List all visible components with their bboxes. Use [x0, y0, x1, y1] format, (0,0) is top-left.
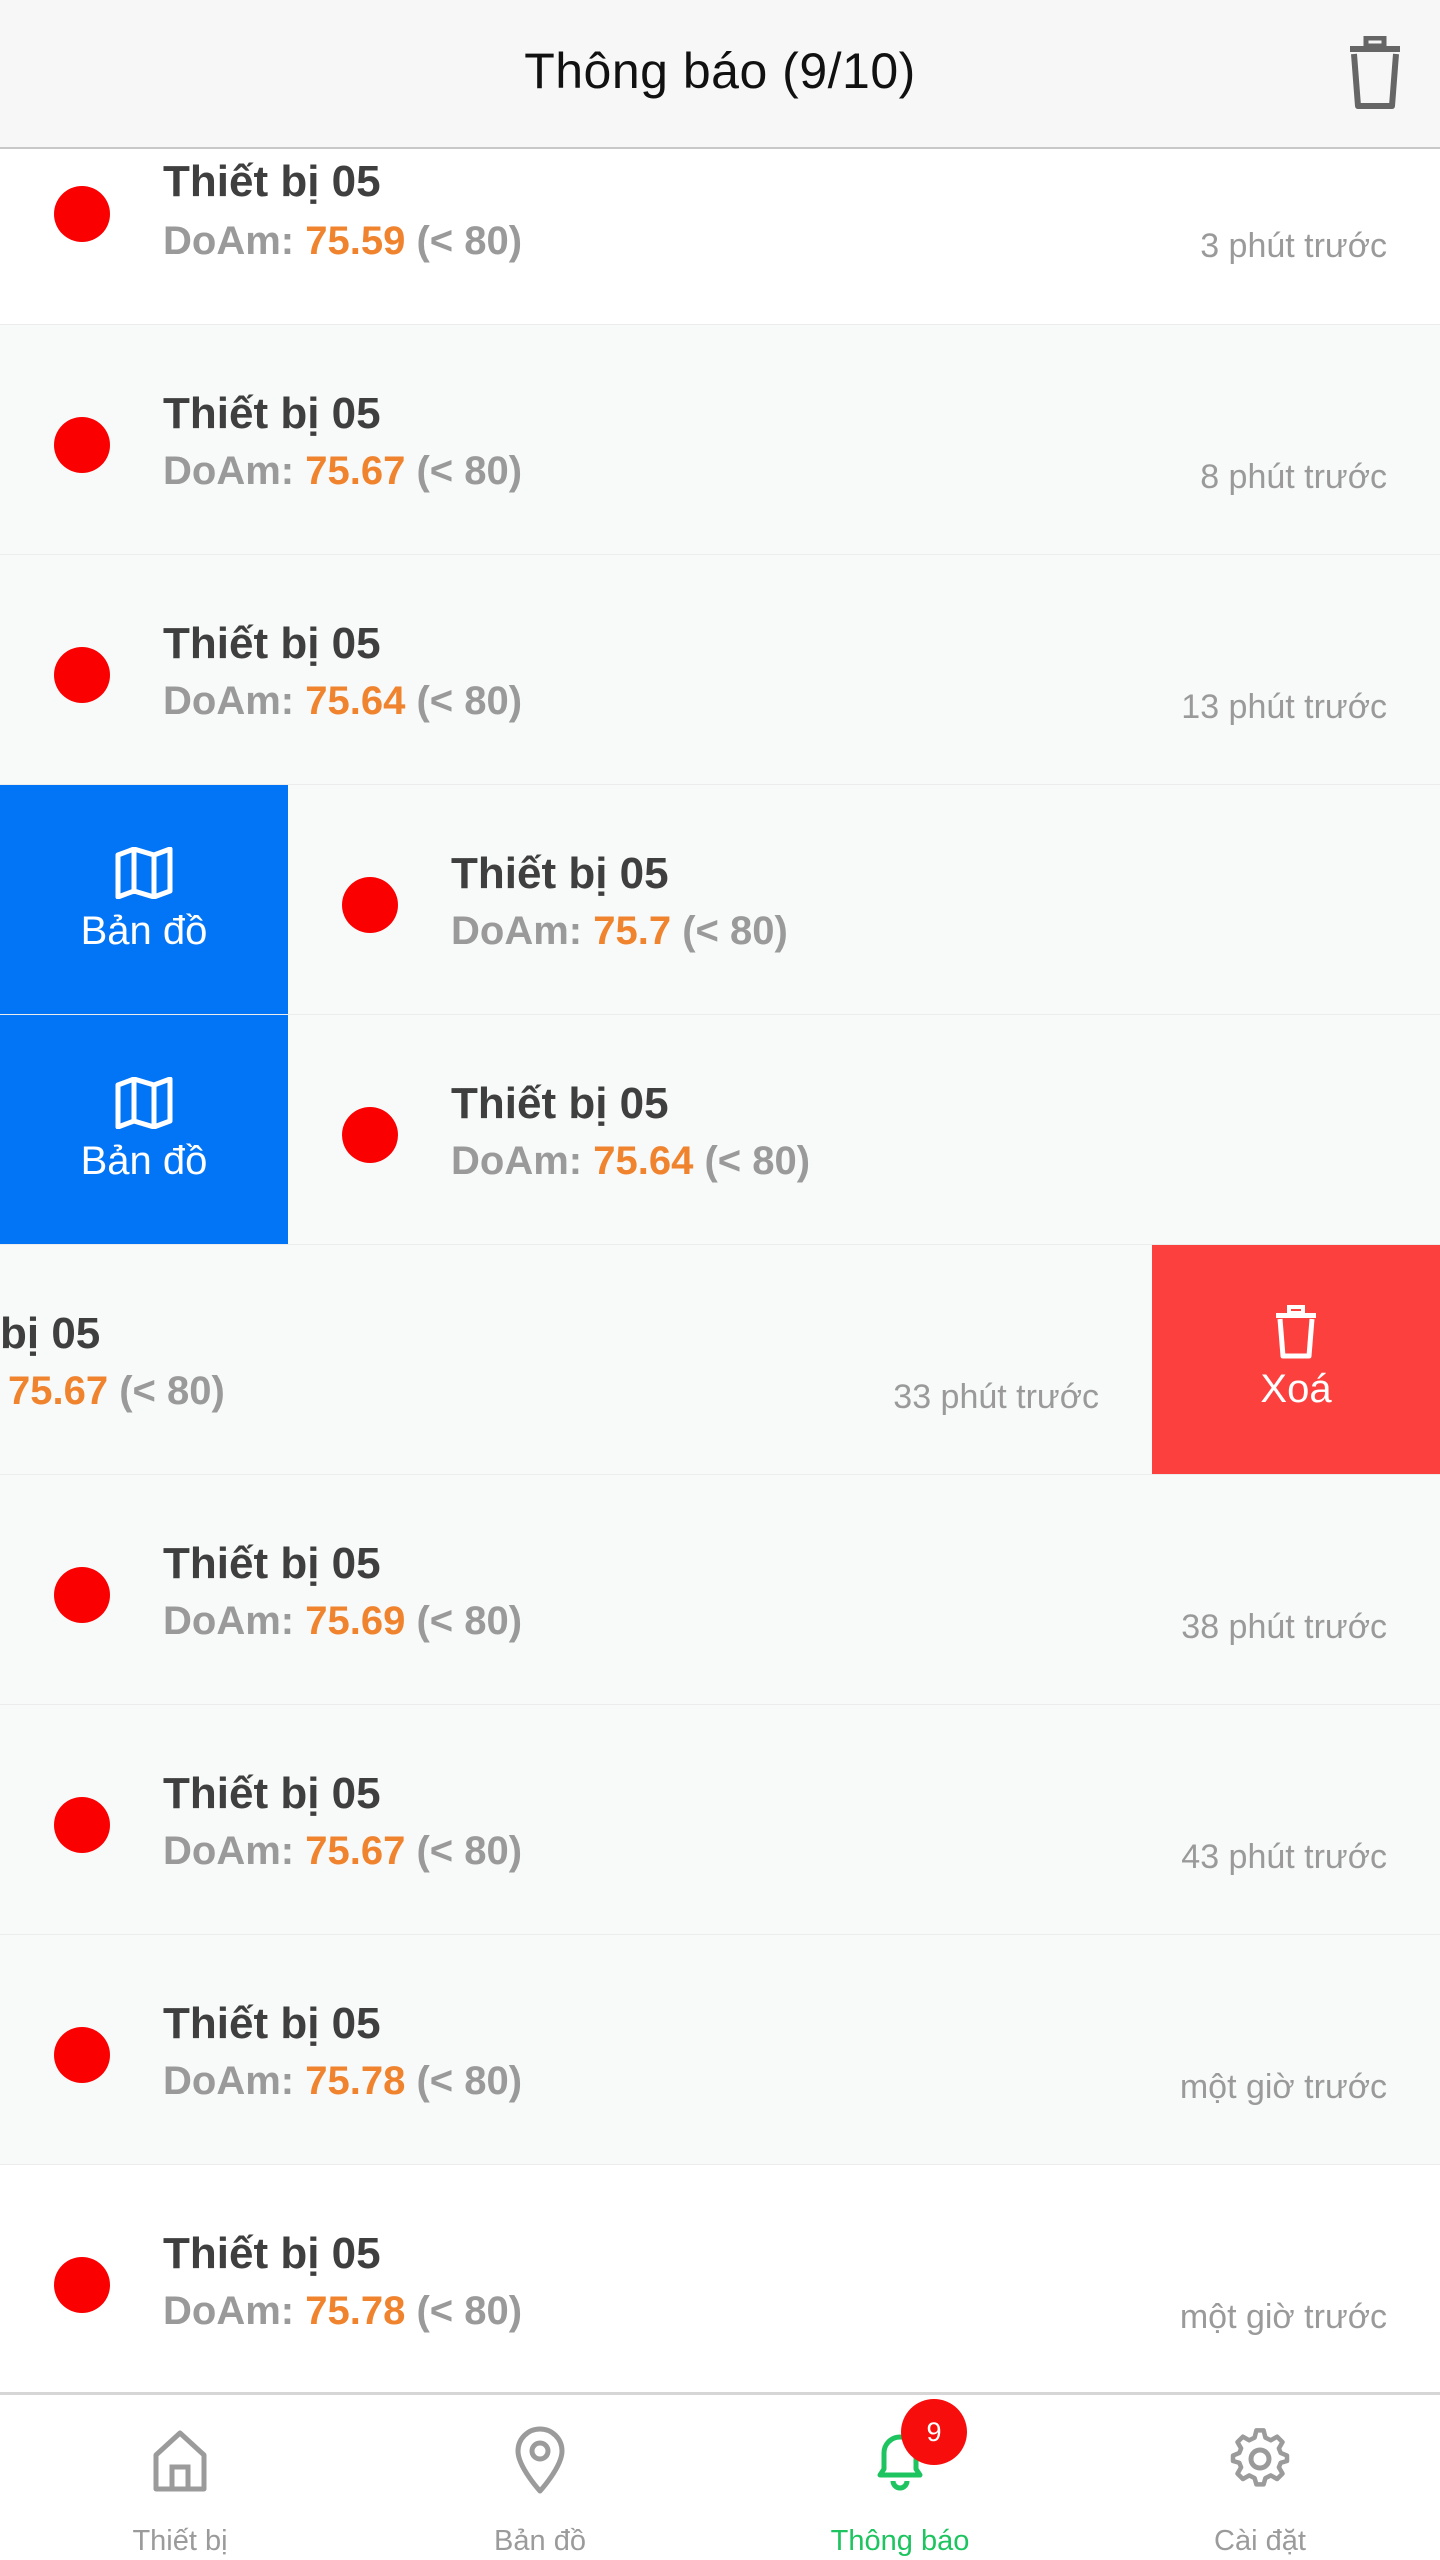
map-action-button[interactable]: Bản đồ	[0, 785, 288, 1014]
notification-item[interactable]: Thiết bị 05 DoAm: 75.69 (< 80) 38 phút t…	[0, 1475, 1440, 1705]
alert-dot	[54, 417, 110, 473]
timestamp: 33 phút trước	[893, 1378, 1099, 1416]
notification-item[interactable]: Thiết bị 05 DoAm: 75.78 (< 80) một giờ t…	[0, 1935, 1440, 2165]
timestamp: 38 phút trước	[1181, 1608, 1387, 1646]
nav-label: Thiết bị	[132, 2525, 228, 2557]
map-icon	[115, 1077, 173, 1129]
timestamp: 8 phút trước	[1200, 458, 1387, 496]
app-header: Thông báo (9/10)	[0, 0, 1440, 149]
alert-dot	[54, 647, 110, 703]
delete-action-button[interactable]: Xoá	[1152, 1245, 1440, 1474]
map-action-label: Bản đồ	[80, 1139, 208, 1183]
reading: DoAm: 75.7 (< 80)	[451, 909, 788, 953]
device-name: Thiết bị 05	[163, 1539, 381, 1588]
device-name: Thiết bị 05	[163, 1769, 381, 1818]
alert-dot	[54, 186, 110, 242]
reading: DoAm: 75.59 (< 80)	[163, 219, 523, 263]
notification-item[interactable]: Bản đồ Thiết bị 05 DoAm: 75.7 (< 80)	[0, 785, 1440, 1015]
map-pin-icon	[515, 2426, 565, 2494]
alert-dot	[342, 1107, 398, 1163]
reading: DoAm: 75.78 (< 80)	[163, 2059, 523, 2103]
notification-item[interactable]: Thiết bị 05 DoAm: 75.78 (< 80) một giờ t…	[0, 2165, 1440, 2398]
notification-item[interactable]: Bản đồ Thiết bị 05 DoAm: 75.64 (< 80)	[0, 1015, 1440, 1245]
reading: DoAm: 75.78 (< 80)	[163, 2289, 523, 2333]
notification-item[interactable]: bị 05 75.67 (< 80) 33 phút trước Xoá	[0, 1245, 1440, 1475]
map-action-button[interactable]: Bản đồ	[0, 1015, 288, 1244]
device-name: Thiết bị 05	[163, 1999, 381, 2048]
notification-item[interactable]: Thiết bị 05 DoAm: 75.59 (< 80) 3 phút tr…	[0, 149, 1440, 325]
nav-item-settings[interactable]: Cài đặt	[1080, 2395, 1440, 2560]
device-name: Thiết bị 05	[163, 2229, 381, 2278]
home-icon	[153, 2430, 207, 2492]
device-name: Thiết bị 05	[451, 1079, 669, 1128]
nav-item-map[interactable]: Bản đồ	[360, 2395, 720, 2560]
alert-dot	[54, 1567, 110, 1623]
nav-item-notifications[interactable]: Thông báo	[720, 2395, 1080, 2560]
reading: DoAm: 75.69 (< 80)	[163, 1599, 523, 1643]
notification-list: Thiết bị 05 DoAm: 75.59 (< 80) 3 phút tr…	[0, 149, 1440, 2398]
notification-count-badge: 9	[901, 2399, 967, 2465]
trash-icon	[1276, 1305, 1316, 1359]
device-name: Thiết bị 05	[163, 389, 381, 438]
alert-dot	[54, 2257, 110, 2313]
notification-item[interactable]: Thiết bị 05 DoAm: 75.67 (< 80) 8 phút tr…	[0, 325, 1440, 555]
device-name: Thiết bị 05	[163, 157, 381, 206]
alert-dot	[54, 2027, 110, 2083]
gear-icon	[1230, 2428, 1290, 2487]
timestamp: một giờ trước	[1179, 2068, 1387, 2106]
timestamp: một giờ trước	[1179, 2298, 1387, 2336]
reading: DoAm: 75.67 (< 80)	[163, 449, 523, 493]
map-action-label: Bản đồ	[80, 909, 208, 953]
nav-label: Bản đồ	[494, 2525, 586, 2557]
reading: DoAm: 75.64 (< 80)	[451, 1139, 811, 1183]
nav-label: Cài đặt	[1214, 2525, 1306, 2557]
nav-item-devices[interactable]: Thiết bị	[0, 2395, 360, 2560]
delete-action-label: Xoá	[1260, 1367, 1332, 1411]
device-name: bị 05	[0, 1309, 101, 1358]
nav-label: Thông báo	[830, 2525, 970, 2557]
alert-dot	[342, 877, 398, 933]
timestamp: 3 phút trước	[1200, 227, 1387, 265]
map-icon	[115, 847, 173, 899]
reading: 75.67 (< 80)	[8, 1369, 225, 1413]
notification-item[interactable]: Thiết bị 05 DoAm: 75.64 (< 80) 13 phút t…	[0, 555, 1440, 785]
bottom-nav: Thiết bị Bản đồ Thông báo Cài đặt	[0, 2392, 1440, 2560]
page-title: Thông báo (9/10)	[524, 43, 916, 99]
trash-icon[interactable]	[1344, 36, 1406, 110]
timestamp: 13 phút trước	[1181, 688, 1387, 726]
timestamp: 43 phút trước	[1181, 1838, 1387, 1876]
device-name: Thiết bị 05	[451, 849, 669, 898]
device-name: Thiết bị 05	[163, 619, 381, 668]
reading: DoAm: 75.67 (< 80)	[163, 1829, 523, 1873]
alert-dot	[54, 1797, 110, 1853]
reading: DoAm: 75.64 (< 80)	[163, 679, 523, 723]
notification-item[interactable]: Thiết bị 05 DoAm: 75.67 (< 80) 43 phút t…	[0, 1705, 1440, 1935]
